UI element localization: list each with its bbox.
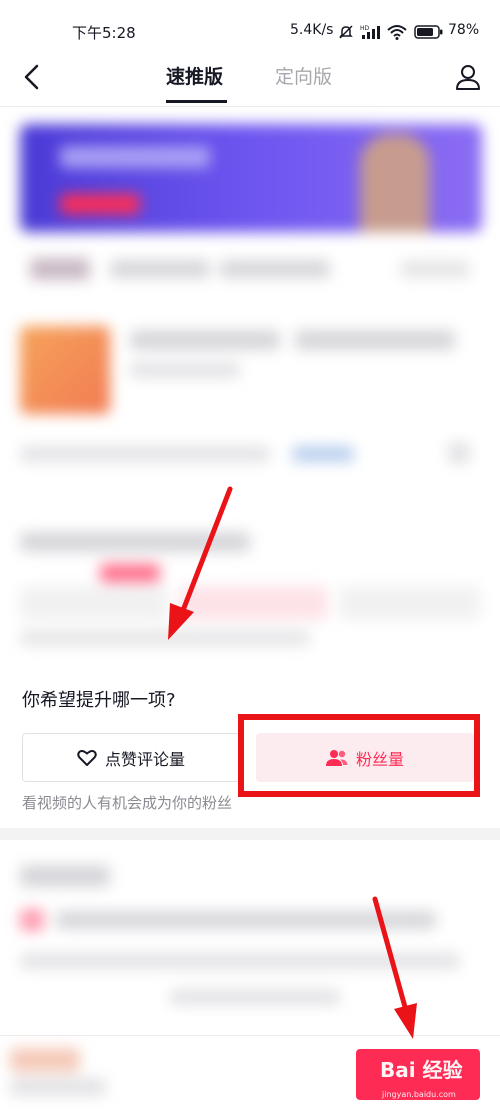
- status-bar: 下午5:28 5.4K/s HD 78%: [0, 0, 500, 48]
- battery-icon: [414, 25, 443, 39]
- annotation-arrow: [168, 486, 233, 640]
- watermark: Bai 经验: [380, 1058, 463, 1082]
- likes-comments-label: 点赞评论量: [104, 749, 185, 769]
- chevron-left-icon[interactable]: [22, 63, 42, 91]
- price-summary: [10, 1048, 110, 1098]
- video-card: [20, 318, 480, 428]
- battery-percent: 78%: [448, 22, 480, 38]
- account-row: [20, 250, 480, 290]
- section-divider: [0, 828, 500, 840]
- mute-icon: [339, 25, 353, 39]
- annotation-arrow-pay: [372, 896, 417, 1039]
- heart-icon: [77, 749, 97, 766]
- tab-underline: [166, 100, 227, 103]
- network-speed: 5.4K/s: [290, 22, 334, 38]
- top-nav: 速推版 定向版: [0, 48, 500, 107]
- likes-comments-option[interactable]: 点赞评论量: [22, 733, 240, 782]
- tab-quick-promote[interactable]: 速推版: [166, 62, 223, 89]
- video-meta-row: [20, 440, 480, 470]
- goal-hint: 看视频的人有机会成为你的粉丝: [22, 794, 233, 812]
- annotation-highlight-box: [238, 714, 480, 797]
- promo-banner: [20, 124, 482, 232]
- svg-text:HD: HD: [360, 25, 370, 32]
- signal-icon: HD: [360, 25, 380, 39]
- goal-question: 你希望提升哪一项?: [22, 690, 176, 711]
- tab-targeted[interactable]: 定向版: [275, 62, 332, 89]
- wifi-icon: [387, 25, 407, 40]
- status-time: 下午5:28: [72, 24, 136, 42]
- user-icon[interactable]: [453, 62, 483, 92]
- duration-section: [20, 520, 480, 650]
- watermark-url: jingyan.baidu.com: [382, 1090, 456, 1099]
